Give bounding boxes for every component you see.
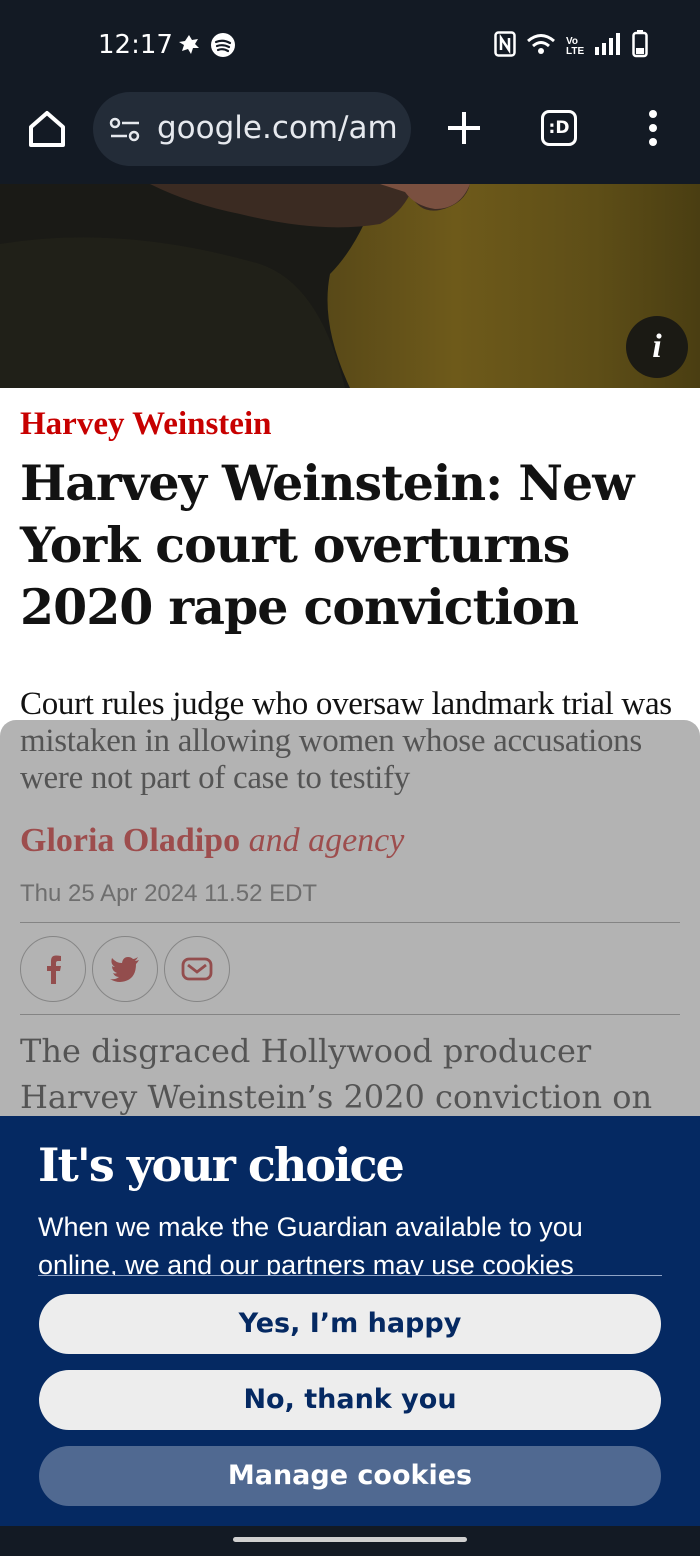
author-link[interactable]: Gloria Oladipo bbox=[20, 822, 240, 859]
battery-icon bbox=[632, 30, 648, 63]
signal-icon bbox=[594, 33, 622, 60]
cookie-consent-panel: It's your choice When we make the Guardi… bbox=[0, 1116, 700, 1526]
home-icon[interactable] bbox=[24, 106, 70, 152]
notification-icon bbox=[176, 32, 202, 63]
author-suffix: and agency bbox=[240, 822, 405, 859]
accept-cookies-button[interactable]: Yes, I’m happy bbox=[39, 1294, 661, 1354]
article-standfirst: Court rules judge who oversaw landmark t… bbox=[20, 686, 672, 796]
consent-title: It's your choice bbox=[38, 1138, 405, 1192]
spotify-icon bbox=[210, 32, 236, 63]
wifi-icon bbox=[526, 32, 556, 61]
gesture-handle[interactable] bbox=[233, 1537, 467, 1542]
share-email-button[interactable] bbox=[164, 936, 230, 1002]
browser-toolbar: google.com/amp/ :D bbox=[0, 92, 700, 184]
address-bar[interactable]: google.com/amp/ bbox=[93, 92, 411, 166]
article-kicker[interactable]: Harvey Weinstein bbox=[20, 406, 271, 443]
divider bbox=[20, 922, 680, 923]
share-twitter-button[interactable] bbox=[92, 936, 158, 1002]
status-bar: 12:17 Vo LTE bbox=[0, 0, 700, 92]
navigation-bar bbox=[0, 1526, 700, 1556]
article-headline: Harvey Weinstein: New York court overtur… bbox=[20, 454, 634, 636]
url-text[interactable]: google.com/amp/ bbox=[157, 110, 397, 146]
status-icons: Vo LTE bbox=[494, 30, 648, 63]
consent-body: When we make the Guardian available to y… bbox=[38, 1208, 662, 1276]
volte-icon: Vo LTE bbox=[566, 35, 585, 57]
nfc-icon bbox=[494, 31, 516, 62]
more-menu-icon[interactable] bbox=[636, 106, 670, 150]
tab-switcher-button[interactable]: :D bbox=[541, 110, 577, 146]
status-time: 12:17 bbox=[98, 30, 173, 60]
publish-date: Thu 25 Apr 2024 11.52 EDT bbox=[20, 880, 318, 907]
share-facebook-button[interactable] bbox=[20, 936, 86, 1002]
article-body: The disgraced Hollywood producer Harvey … bbox=[20, 1032, 653, 1116]
image-info-button[interactable]: i bbox=[626, 316, 688, 378]
divider bbox=[20, 1014, 680, 1015]
reject-cookies-button[interactable]: No, thank you bbox=[39, 1370, 661, 1430]
manage-cookies-button[interactable]: Manage cookies bbox=[39, 1446, 661, 1506]
site-settings-icon[interactable] bbox=[109, 116, 141, 149]
new-tab-icon[interactable] bbox=[444, 108, 484, 148]
hero-image: i bbox=[0, 184, 700, 388]
byline: Gloria Oladipo and agency bbox=[20, 822, 404, 860]
